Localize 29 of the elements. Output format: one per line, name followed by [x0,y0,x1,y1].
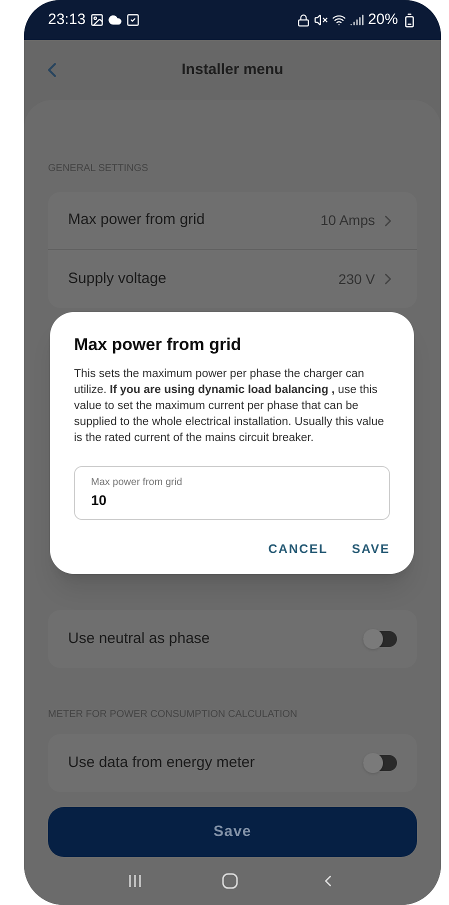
wifi-icon [332,13,346,27]
setting-label: Supply voltage [68,268,166,289]
mute-icon [314,13,328,27]
setting-value: 230 V [338,270,375,288]
lock-icon [296,14,310,26]
recent-apps-icon[interactable] [128,874,142,888]
setting-label: Use data from energy meter [68,752,255,773]
setting-label: Use neutral as phase [68,628,210,649]
dialog-description: This sets the maximum power per phase the charger can utilize. If you are using dynamic load balancing , use this value to set the maximum current per phase that can be supplied to the whole electrical installation. Usually this value is the rated current of the mains circuit breaker. [74,366,386,446]
toggle-switch[interactable] [363,631,397,647]
battery-percent: 20% [368,10,398,30]
signal-icon [350,13,364,27]
setting-value: 10 Amps [320,211,375,230]
battery-icon [402,12,417,28]
checkbox-icon [126,13,140,27]
image-icon [90,13,104,27]
header-title: Installer menu [180,60,284,80]
toggle-switch[interactable] [363,755,397,771]
cloud-icon [108,13,122,27]
dialog-button[interactable]: SAVE [352,540,390,558]
dialog-title: Max power from grid [74,334,242,356]
input-field[interactable]: Max power from grid 10 [74,466,390,520]
dialog-button[interactable]: CANCEL [268,540,328,558]
home-icon[interactable] [222,873,238,889]
field-label: Max power from grid [91,476,184,490]
status-time: 23:13 [48,10,86,30]
setting-label: Max power from grid [68,210,205,230]
field-value: 10 [91,490,108,510]
save-button[interactable]: Save [48,807,417,857]
